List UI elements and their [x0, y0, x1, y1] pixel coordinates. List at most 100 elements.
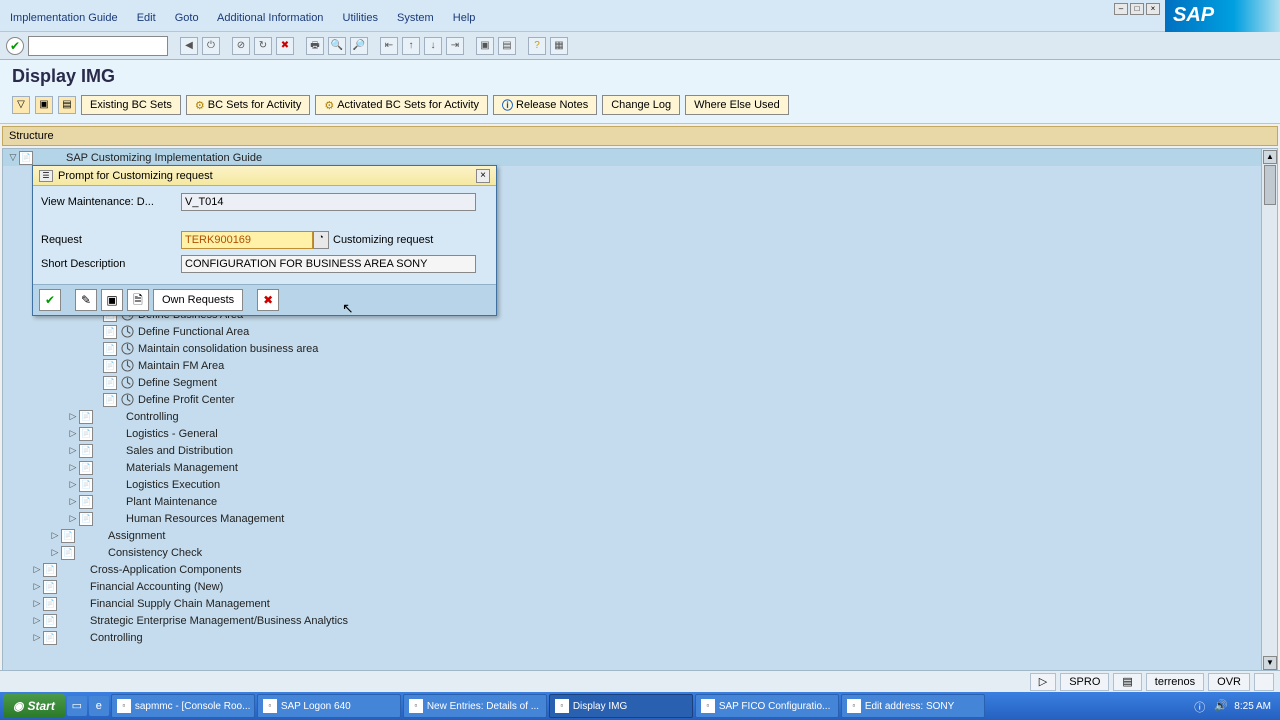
scroll-thumb[interactable] [1264, 165, 1276, 205]
expand-icon[interactable]: ▷ [67, 462, 79, 473]
expand-icon[interactable]: ▷ [31, 581, 43, 592]
position-icon[interactable]: ▤ [58, 96, 76, 114]
doc-icon[interactable]: 📄 [43, 563, 57, 577]
back-icon[interactable]: ◀ [180, 37, 198, 55]
expand-all-icon[interactable]: ▽ [12, 96, 30, 114]
command-field[interactable] [28, 36, 168, 56]
dialog-cancel-button[interactable]: ✖ [257, 289, 279, 311]
tree-row[interactable]: ▷📄Human Resources Management [3, 510, 1277, 527]
doc-icon[interactable]: 📄 [79, 444, 93, 458]
start-button[interactable]: ◉Start [3, 694, 65, 718]
layout-icon[interactable]: ▦ [550, 37, 568, 55]
menu-goto[interactable]: Goto [175, 12, 199, 24]
where-else-button[interactable]: Where Else Used [685, 95, 789, 115]
tree-row[interactable]: ▷📄Controlling [3, 408, 1277, 425]
maximize-button[interactable]: □ [1130, 3, 1144, 15]
bc-sets-activity-button[interactable]: ⚙BC Sets for Activity [186, 95, 310, 115]
doc-icon[interactable]: 📄 [103, 342, 117, 356]
doc-icon[interactable]: 📄 [79, 495, 93, 509]
doc-icon[interactable]: 📄 [43, 614, 57, 628]
execute-icon[interactable] [120, 325, 134, 339]
menu-help[interactable]: Help [453, 12, 476, 24]
status-server-icon[interactable]: ▤ [1113, 673, 1141, 691]
dialog-new-request-button[interactable]: ✎ [75, 289, 97, 311]
doc-icon[interactable]: 📄 [19, 151, 33, 165]
taskbar-task[interactable]: ▫Edit address: SONY [841, 694, 985, 718]
tree-row[interactable]: 📄Define Segment [3, 374, 1277, 391]
tree-row[interactable]: ▷📄Materials Management [3, 459, 1277, 476]
short-desc-field[interactable] [181, 255, 476, 273]
tree-row[interactable]: ▷📄Financial Accounting (New) [3, 578, 1277, 595]
refresh-icon[interactable]: ↻ [254, 37, 272, 55]
shortcut-icon[interactable]: ▤ [498, 37, 516, 55]
enter-button[interactable]: ✔ [6, 37, 24, 55]
expand-icon[interactable]: ▷ [31, 598, 43, 609]
tree-row[interactable]: ▷📄Cross-Application Components [3, 561, 1277, 578]
activated-bc-sets-button[interactable]: ⚙Activated BC Sets for Activity [315, 95, 488, 115]
doc-icon[interactable]: 📄 [79, 427, 93, 441]
close-button[interactable]: × [1146, 3, 1160, 15]
find-icon[interactable]: 🔍 [328, 37, 346, 55]
next-page-icon[interactable]: ↓ [424, 37, 442, 55]
expand-icon[interactable]: ▷ [67, 428, 79, 439]
dialog-close-button[interactable]: × [476, 169, 490, 183]
collapse-all-icon[interactable]: ▣ [35, 96, 53, 114]
taskbar-task[interactable]: ▫SAP FICO Configuratio... [695, 694, 839, 718]
print-icon[interactable]: 🖶 [306, 37, 324, 55]
doc-icon[interactable]: 📄 [61, 546, 75, 560]
tree-row[interactable]: 📄Define Functional Area [3, 323, 1277, 340]
own-requests-button[interactable]: Own Requests [153, 289, 243, 311]
show-desktop-icon[interactable]: ▭ [67, 696, 87, 716]
tray-volume-icon[interactable]: 🔊 [1214, 699, 1228, 713]
status-expand-icon[interactable]: ▷ [1030, 673, 1056, 691]
doc-icon[interactable]: 📄 [79, 461, 93, 475]
taskbar-task[interactable]: ▫SAP Logon 640 [257, 694, 401, 718]
new-session-icon[interactable]: ▣ [476, 37, 494, 55]
expand-icon[interactable]: ▷ [31, 564, 43, 575]
expand-icon[interactable]: ▷ [49, 547, 61, 558]
scroll-up-icon[interactable]: ▲ [1263, 150, 1277, 164]
tree-row[interactable]: 📄Maintain FM Area [3, 357, 1277, 374]
expand-icon[interactable]: ▷ [67, 411, 79, 422]
menu-additional-info[interactable]: Additional Information [217, 12, 323, 24]
execute-icon[interactable] [120, 359, 134, 373]
tree-row[interactable]: ▷📄Financial Supply Chain Management [3, 595, 1277, 612]
tree-row[interactable]: ▷📄Consistency Check [3, 544, 1277, 561]
prev-page-icon[interactable]: ↑ [402, 37, 420, 55]
tree-row[interactable]: ▷📄Strategic Enterprise Management/Busine… [3, 612, 1277, 629]
dialog-titlebar[interactable]: ☰ Prompt for Customizing request × [33, 166, 496, 186]
tree-row[interactable]: ▷📄Logistics - General [3, 425, 1277, 442]
request-field[interactable] [181, 231, 313, 249]
doc-icon[interactable]: 📄 [43, 580, 57, 594]
menu-system[interactable]: System [397, 12, 434, 24]
tree-row[interactable]: ▷📄Sales and Distribution [3, 442, 1277, 459]
execute-icon[interactable] [120, 342, 134, 356]
doc-icon[interactable]: 📄 [79, 512, 93, 526]
tree-row[interactable]: 📄Maintain consolidation business area [3, 340, 1277, 357]
expand-icon[interactable]: ▷ [67, 445, 79, 456]
doc-icon[interactable]: 📄 [43, 597, 57, 611]
expand-icon[interactable]: ▷ [67, 513, 79, 524]
existing-bc-sets-button[interactable]: Existing BC Sets [81, 95, 181, 115]
last-page-icon[interactable]: ⇥ [446, 37, 464, 55]
change-log-button[interactable]: Change Log [602, 95, 680, 115]
expand-icon[interactable]: ▷ [67, 496, 79, 507]
menu-edit[interactable]: Edit [137, 12, 156, 24]
dialog-display-button[interactable]: ▣ [101, 289, 123, 311]
tree-row[interactable]: ▷📄Logistics Execution [3, 476, 1277, 493]
doc-icon[interactable]: 📄 [79, 478, 93, 492]
taskbar-task[interactable]: ▫Display IMG [549, 694, 693, 718]
expand-icon[interactable]: ▷ [67, 479, 79, 490]
doc-icon[interactable]: 📄 [103, 376, 117, 390]
doc-icon[interactable]: 📄 [79, 410, 93, 424]
tree-row[interactable]: ▷📄Plant Maintenance [3, 493, 1277, 510]
release-notes-button[interactable]: Release Notes [493, 95, 597, 115]
tray-info-icon[interactable]: ⓘ [1194, 699, 1208, 713]
dialog-continue-button[interactable]: ✔ [39, 289, 61, 311]
tree-row[interactable]: ▷📄Assignment [3, 527, 1277, 544]
help-icon[interactable]: ? [528, 37, 546, 55]
exit-icon[interactable]: ⏻ [202, 37, 220, 55]
menu-implementation-guide[interactable]: Implementation Guide [10, 12, 118, 24]
find-next-icon[interactable]: 🔎 [350, 37, 368, 55]
menu-utilities[interactable]: Utilities [343, 12, 378, 24]
